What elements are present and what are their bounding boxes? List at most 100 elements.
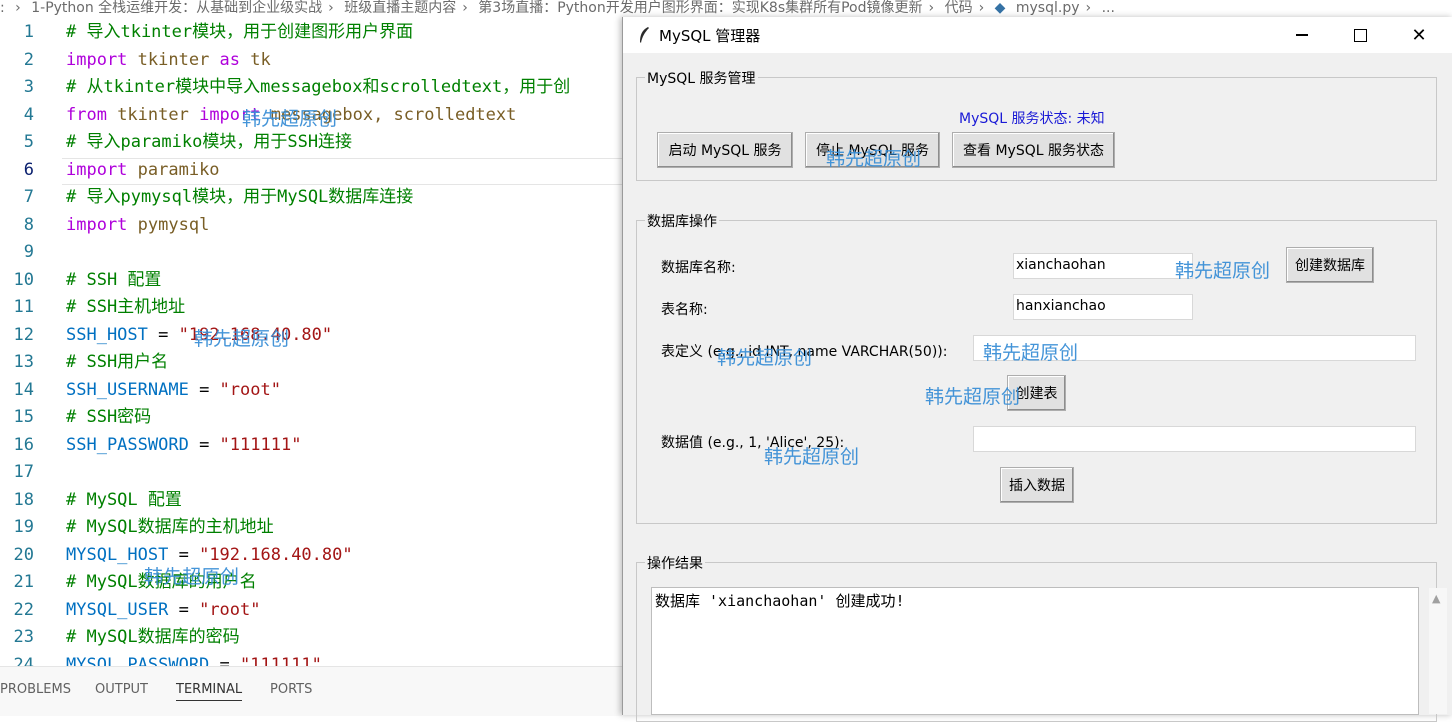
panel-tab-bar: PROBLEMS OUTPUT TERMINAL PORTS [0, 666, 622, 716]
code-line[interactable]: 18 # MySQL 配置 [0, 487, 622, 514]
code-token: "root" [199, 599, 261, 620]
code-token: tkinter [127, 49, 220, 70]
code-token: = [147, 324, 179, 345]
tab-output[interactable]: OUTPUT [95, 682, 148, 697]
code-line[interactable]: 6 import paramiko [0, 157, 622, 184]
watermark: 韩先超原创 [242, 108, 338, 130]
code-line[interactable]: 16 SSH_PASSWORD = "111111" [0, 432, 622, 459]
code-line[interactable]: 21 # MySQL数据库的用户名 [0, 569, 622, 596]
service-frame-label: MySQL 服务管理 [645, 68, 758, 88]
code-text: import paramiko [66, 157, 220, 184]
minimize-button[interactable] [1273, 17, 1331, 53]
breadcrumb-item[interactable]: 班级直播主题内容 [344, 0, 456, 16]
code-token: # MySQL 配置 [66, 489, 182, 510]
code-line[interactable]: 10 # SSH 配置 [0, 267, 622, 294]
start-service-button[interactable]: 启动 MySQL 服务 [657, 132, 793, 168]
code-line[interactable]: 9 [0, 239, 622, 266]
code-token: # 导入pymysql模块，用于MySQL数据库连接 [66, 187, 414, 207]
code-token: # SSH主机地址 [66, 297, 186, 317]
table-name-input[interactable]: hanxianchao [1013, 294, 1193, 320]
line-number: 4 [23, 104, 34, 125]
db-name-input[interactable]: xianchaohan [1013, 253, 1193, 279]
code-line[interactable]: 8 import pymysql [0, 212, 622, 239]
code-token: tk [240, 49, 271, 70]
code-text: import pymysql [66, 212, 209, 239]
code-line[interactable]: 20 MYSQL_HOST = "192.168.40.80" [0, 542, 622, 569]
code-token: # MySQL数据库的密码 [66, 627, 240, 647]
code-token: # 从tkinter模块中导入messagebox和scrolledtext，用… [66, 77, 571, 97]
line-number: 9 [23, 242, 34, 262]
line-number: 3 [23, 77, 34, 97]
watermark: 韩先超原创 [925, 386, 1021, 408]
code-line[interactable]: 1 # 导入tkinter模块，用于创建图形用户界面 [0, 19, 622, 46]
code-line[interactable]: 11 # SSH主机地址 [0, 294, 622, 321]
code-token: # MySQL数据库的主机地址 [66, 517, 274, 537]
code-line[interactable]: 2 import tkinter as tk [0, 47, 622, 74]
code-token: from [66, 104, 107, 125]
result-frame-label: 操作结果 [645, 553, 705, 573]
line-number: 24 [13, 654, 34, 667]
code-line[interactable]: 19 # MySQL数据库的主机地址 [0, 514, 622, 541]
breadcrumb-item[interactable]: mysql.py [1016, 0, 1080, 16]
close-button[interactable]: ✕ [1390, 17, 1448, 53]
code-text: # SSH密码 [66, 404, 151, 431]
code-text: # MySQL数据库的密码 [66, 624, 240, 651]
breadcrumb-item[interactable]: 代码 [945, 0, 973, 16]
close-icon: ✕ [1411, 24, 1427, 46]
title-bar[interactable]: MySQL 管理器 ✕ [623, 17, 1452, 53]
code-line[interactable]: 12 SSH_HOST = "192.168.40.80" [0, 322, 622, 349]
breadcrumb-item[interactable]: : [0, 0, 9, 16]
code-token: "111111" [240, 654, 322, 667]
maximize-button[interactable] [1331, 17, 1389, 53]
code-token: SSH_HOST [66, 324, 148, 345]
code-text: SSH_USERNAME = "root" [66, 377, 281, 404]
code-text: # MySQL数据库的主机地址 [66, 514, 274, 541]
code-line[interactable]: 23 # MySQL数据库的密码 [0, 624, 622, 651]
code-token: pymysql [127, 214, 210, 235]
create-database-button[interactable]: 创建数据库 [1286, 247, 1374, 283]
line-number: 6 [23, 159, 34, 180]
code-text: import tkinter as tk [66, 47, 271, 74]
result-scrollbar[interactable]: ▲ [1429, 588, 1447, 714]
code-token: MYSQL_USER [66, 599, 169, 620]
line-number: 10 [13, 269, 34, 290]
code-token: = [188, 434, 220, 455]
tab-problems[interactable]: PROBLEMS [0, 682, 71, 697]
code-text: SSH_PASSWORD = "111111" [66, 432, 301, 459]
code-line[interactable]: 24 MYSQL_PASSWORD = "111111" [0, 652, 622, 667]
code-line[interactable]: 17 [0, 459, 622, 486]
line-number: 18 [13, 489, 34, 510]
scroll-up-icon[interactable]: ▲ [1432, 592, 1440, 605]
code-line[interactable]: 15 # SSH密码 [0, 404, 622, 431]
code-token: # SSH密码 [66, 407, 152, 427]
code-line[interactable]: 22 MYSQL_USER = "root" [0, 597, 622, 624]
code-line[interactable]: 14 SSH_USERNAME = "root" [0, 377, 622, 404]
db-name-label: 数据库名称: [661, 260, 736, 276]
code-text: # 导入pymysql模块，用于MySQL数据库连接 [66, 184, 413, 211]
result-text-area[interactable]: 数据库 'xianchaohan' 创建成功! ▲ [651, 587, 1447, 715]
code-token: = [209, 654, 241, 667]
tab-ports[interactable]: PORTS [270, 682, 312, 697]
data-values-input[interactable] [973, 426, 1416, 452]
line-number: 15 [13, 407, 34, 427]
line-number: 19 [13, 517, 34, 537]
check-service-status-button[interactable]: 查看 MySQL 服务状态 [952, 132, 1115, 168]
breadcrumb-item[interactable]: 第3场直播：Python开发用户图形界面：实现K8s集群所有Pod镜像更新 [478, 0, 922, 16]
table-name-label: 表名称: [661, 302, 708, 318]
code-line[interactable]: 3 # 从tkinter模块中导入messagebox和scrolledtext，… [0, 74, 622, 101]
breadcrumb-item[interactable]: ... [1102, 0, 1115, 16]
code-token: = [188, 379, 220, 400]
line-number: 13 [13, 352, 34, 372]
code-line[interactable]: 13 # SSH用户名 [0, 349, 622, 376]
breadcrumb-item[interactable]: 1-Python 全栈运维开发：从基础到企业级实战 [31, 0, 322, 16]
code-text: # SSH 配置 [66, 267, 161, 294]
code-line[interactable]: 5 # 导入paramiko模块，用于SSH连接 [0, 129, 622, 156]
code-text: MYSQL_PASSWORD = "111111" [66, 652, 322, 667]
line-number: 17 [13, 462, 34, 482]
code-text: MYSQL_USER = "root" [66, 597, 261, 624]
insert-data-button[interactable]: 插入数据 [1000, 467, 1074, 503]
code-token: # SSH用户名 [66, 352, 169, 372]
code-line[interactable]: 7 # 导入pymysql模块，用于MySQL数据库连接 [0, 184, 622, 211]
tab-terminal[interactable]: TERMINAL [176, 682, 243, 701]
line-number: 16 [13, 434, 34, 455]
